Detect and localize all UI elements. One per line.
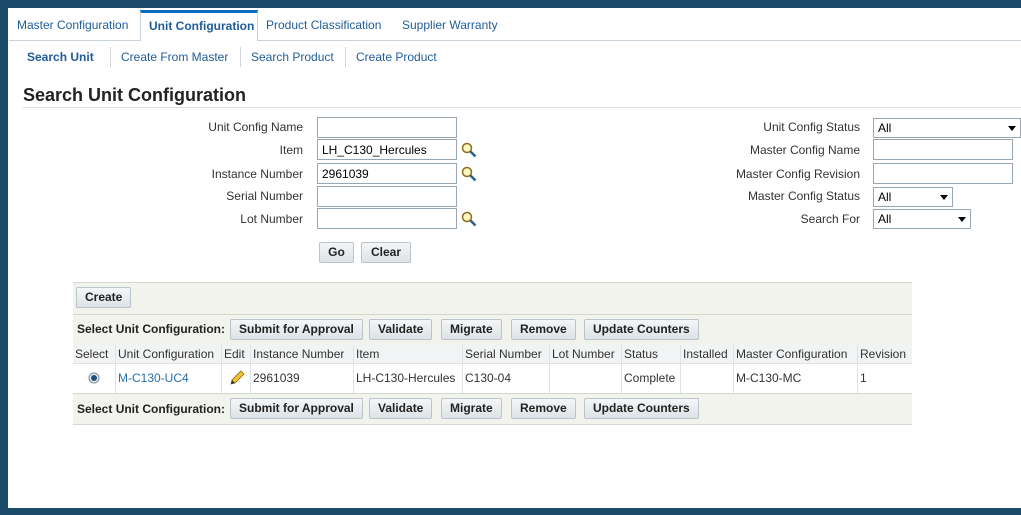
divider bbox=[110, 47, 111, 67]
revision-cell: 1 bbox=[858, 364, 912, 393]
selected-value: All bbox=[878, 212, 892, 226]
master-config-status-label: Master Config Status bbox=[747, 189, 860, 203]
serial-number-label: Serial Number bbox=[226, 189, 303, 203]
column-header-edit: Edit bbox=[222, 345, 251, 364]
pencil-edit-icon[interactable] bbox=[229, 370, 245, 386]
column-header-instance-number: Instance Number bbox=[251, 345, 354, 364]
master-config-status-select[interactable]: All bbox=[873, 187, 953, 207]
submit-for-approval-button[interactable]: Submit for Approval bbox=[230, 398, 363, 419]
remove-button[interactable]: Remove bbox=[511, 398, 576, 419]
master-configuration-cell: M-C130-MC bbox=[734, 364, 858, 393]
unit-config-name-label: Unit Config Name bbox=[208, 120, 303, 134]
column-header-serial-number: Serial Number bbox=[463, 345, 550, 364]
select-unit-config-label: Select Unit Configuration: bbox=[77, 322, 225, 336]
unit-configuration-cell: M-C130-UC4 bbox=[116, 364, 222, 393]
search-for-label: Search For bbox=[800, 212, 860, 226]
clear-button[interactable]: Clear bbox=[361, 242, 411, 263]
search-icon[interactable] bbox=[461, 142, 477, 158]
master-config-name-label: Master Config Name bbox=[749, 143, 860, 157]
selected-value: All bbox=[878, 190, 892, 204]
master-config-name-input[interactable] bbox=[873, 139, 1013, 160]
submit-for-approval-button[interactable]: Submit for Approval bbox=[230, 319, 363, 340]
page bbox=[8, 8, 1021, 508]
select-unit-config-label: Select Unit Configuration: bbox=[77, 402, 225, 416]
subtab-search-product[interactable]: Search Product bbox=[251, 48, 334, 68]
edit-cell bbox=[222, 364, 251, 393]
remove-button[interactable]: Remove bbox=[511, 319, 576, 340]
search-icon[interactable] bbox=[461, 166, 477, 182]
serial-number-input[interactable] bbox=[317, 186, 457, 207]
page-title: Search Unit Configuration bbox=[23, 85, 247, 105]
column-header-status: Status bbox=[622, 345, 681, 364]
subtab-create-from-master[interactable]: Create From Master bbox=[121, 48, 228, 68]
unit-config-status-select[interactable]: All bbox=[873, 118, 1021, 138]
divider bbox=[345, 47, 346, 67]
item-input[interactable] bbox=[317, 139, 457, 160]
tab-divider bbox=[258, 40, 1021, 41]
radio-selected[interactable] bbox=[88, 372, 100, 384]
subtab-create-product[interactable]: Create Product bbox=[356, 48, 437, 68]
unit-config-status-label: Unit Config Status bbox=[763, 120, 860, 134]
search-icon[interactable] bbox=[461, 211, 477, 227]
chevron-down-icon bbox=[940, 195, 948, 200]
divider bbox=[23, 107, 1021, 108]
lot-number-label: Lot Number bbox=[240, 212, 303, 226]
divider bbox=[240, 47, 241, 67]
instance-number-label: Instance Number bbox=[211, 167, 303, 181]
chevron-down-icon bbox=[1008, 126, 1016, 131]
migrate-button[interactable]: Migrate bbox=[441, 398, 502, 419]
selected-value: All bbox=[878, 121, 892, 135]
tab-product-classification[interactable]: Product Classification bbox=[266, 10, 381, 41]
item-label: Item bbox=[279, 143, 303, 157]
tab-supplier-warranty[interactable]: Supplier Warranty bbox=[402, 10, 498, 41]
create-bar bbox=[73, 282, 912, 314]
tab-unit-configuration[interactable]: Unit Configuration bbox=[140, 10, 258, 41]
search-for-select[interactable]: All bbox=[873, 209, 971, 229]
serial-number-cell: C130-04 bbox=[463, 364, 550, 393]
update-counters-button[interactable]: Update Counters bbox=[584, 398, 699, 419]
subtab-search-unit[interactable]: Search Unit bbox=[27, 48, 94, 68]
go-button[interactable]: Go bbox=[319, 242, 354, 263]
tab-master-configuration[interactable]: Master Configuration bbox=[17, 10, 128, 41]
column-header-item: Item bbox=[354, 345, 463, 364]
lot-number-cell bbox=[550, 364, 622, 393]
master-config-revision-input[interactable] bbox=[873, 163, 1013, 184]
column-header-installed: Installed bbox=[681, 345, 734, 364]
column-header-select: Select bbox=[73, 345, 116, 364]
tab-divider bbox=[9, 40, 140, 41]
column-header-lot-number: Lot Number bbox=[550, 345, 622, 364]
chevron-down-icon bbox=[958, 217, 966, 222]
create-button[interactable]: Create bbox=[76, 287, 132, 308]
update-counters-button[interactable]: Update Counters bbox=[584, 319, 699, 340]
instance-number-cell: 2961039 bbox=[251, 364, 354, 393]
status-cell: Complete bbox=[622, 364, 681, 393]
select-cell bbox=[73, 364, 116, 393]
master-config-revision-label: Master Config Revision bbox=[735, 167, 860, 181]
unit-configuration-link[interactable]: M-C130-UC4 bbox=[118, 371, 189, 385]
instance-number-input[interactable] bbox=[317, 163, 457, 184]
lot-number-input[interactable] bbox=[317, 208, 457, 229]
migrate-button[interactable]: Migrate bbox=[441, 319, 502, 340]
column-header-unit-configuration: Unit Configuration bbox=[116, 345, 222, 364]
column-header-revision: Revision bbox=[858, 345, 912, 364]
validate-button[interactable]: Validate bbox=[369, 398, 433, 419]
installed-cell bbox=[681, 364, 734, 393]
column-header-master-configuration: Master Configuration bbox=[734, 345, 858, 364]
validate-button[interactable]: Validate bbox=[369, 319, 433, 340]
unit-config-name-input[interactable] bbox=[317, 117, 457, 138]
item-cell: LH-C130-Hercules bbox=[354, 364, 463, 393]
